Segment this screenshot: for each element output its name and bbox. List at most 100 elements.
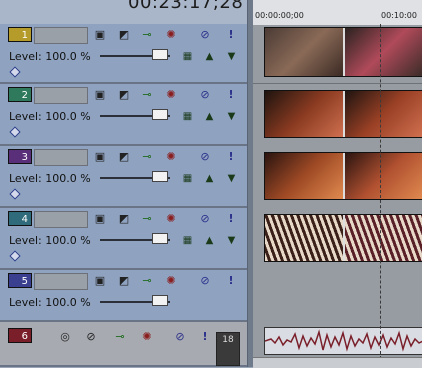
- track-motion-icon[interactable]: ✺: [164, 212, 178, 225]
- compositing-icon[interactable]: ▣: [93, 88, 107, 101]
- video-track-1-header[interactable]: 1 ▣ ◩ ⊸ ✺ ⊘ ! Level: 100.0 % ▦ ▲ ▼: [0, 24, 247, 84]
- level-slider-thumb[interactable]: [152, 49, 168, 60]
- fx-chain-icon[interactable]: ▦: [181, 111, 194, 122]
- track-number[interactable]: 5: [8, 273, 32, 288]
- arrow-up-icon[interactable]: ▲: [203, 235, 216, 246]
- solo-icon[interactable]: !: [198, 330, 212, 343]
- track-number[interactable]: 1: [8, 27, 32, 42]
- solo-icon[interactable]: !: [224, 88, 238, 101]
- arrow-up-icon[interactable]: ▲: [203, 51, 216, 62]
- video-track-3-header[interactable]: 3 ▣ ◩ ⊸ ✺ ⊘ ! Level: 100.0 % ▦ ▲ ▼: [0, 146, 247, 208]
- mute-icon[interactable]: ⊘: [198, 274, 212, 287]
- solo-icon[interactable]: !: [224, 274, 238, 287]
- clip-thumbnail: [265, 91, 345, 137]
- track-motion-icon[interactable]: ✺: [164, 88, 178, 101]
- clip-thumbnail: [345, 91, 422, 137]
- track-motion-icon[interactable]: ✺: [164, 150, 178, 163]
- track-6-lane: [253, 322, 422, 358]
- video-track-4-header[interactable]: 4 ▣ ◩ ⊸ ✺ ⊘ ! Level: 100.0 % ▦ ▲ ▼: [0, 208, 247, 270]
- mask-icon[interactable]: ◩: [117, 212, 131, 225]
- record-arm-icon[interactable]: ◎: [58, 330, 72, 343]
- track-5-lane: [253, 270, 422, 323]
- video-clip[interactable]: [264, 214, 422, 262]
- track-fx-icon[interactable]: ⊸: [113, 330, 127, 343]
- track-motion-icon[interactable]: ✺: [164, 274, 178, 287]
- track-name-field[interactable]: [34, 149, 88, 166]
- timecode-display: 00:23:17;28: [128, 0, 244, 13]
- track-fx-icon[interactable]: ⊸: [140, 274, 154, 287]
- video-clip[interactable]: [264, 27, 422, 77]
- video-clip[interactable]: [264, 90, 422, 138]
- audio-clip[interactable]: [264, 327, 422, 355]
- audio-waveform: [264, 329, 422, 352]
- track-number[interactable]: 2: [8, 87, 32, 102]
- level-slider-thumb[interactable]: [152, 233, 168, 244]
- arrow-down-icon[interactable]: ▼: [225, 235, 238, 246]
- fx-chain-icon[interactable]: ▦: [181, 173, 194, 184]
- audio-meter: 18: [216, 332, 240, 366]
- arrow-down-icon[interactable]: ▼: [225, 111, 238, 122]
- compositing-icon[interactable]: ▣: [93, 212, 107, 225]
- mute-icon[interactable]: ⊘: [173, 330, 187, 343]
- expand-diamond-icon[interactable]: [9, 66, 21, 78]
- mask-icon[interactable]: ◩: [117, 274, 131, 287]
- expand-diamond-icon[interactable]: [9, 188, 21, 200]
- track-fx-icon[interactable]: ⊸: [140, 212, 154, 225]
- track-fx-icon[interactable]: ⊸: [140, 150, 154, 163]
- track-motion-icon[interactable]: ✺: [140, 330, 154, 343]
- arrow-down-icon[interactable]: ▼: [225, 51, 238, 62]
- ruler-mark-label: 00:10:00: [381, 11, 417, 20]
- level-slider-thumb[interactable]: [152, 109, 168, 120]
- compositing-icon[interactable]: ▣: [93, 274, 107, 287]
- arrow-up-icon[interactable]: ▲: [203, 173, 216, 184]
- track-name-field[interactable]: [34, 87, 88, 104]
- track-name-field[interactable]: [34, 27, 88, 44]
- playhead-cursor[interactable]: [380, 24, 382, 364]
- mute-icon[interactable]: ⊘: [198, 212, 212, 225]
- track-2-lane: [253, 84, 422, 147]
- expand-diamond-icon[interactable]: [9, 250, 21, 262]
- level-label: Level: 100.0 %: [9, 110, 91, 123]
- track-number[interactable]: 6: [8, 328, 32, 343]
- level-slider-thumb[interactable]: [152, 171, 168, 182]
- clip-thumbnail: [265, 153, 345, 199]
- video-clip[interactable]: [264, 152, 422, 200]
- track-motion-icon[interactable]: ✺: [164, 28, 178, 41]
- arrow-down-icon[interactable]: ▼: [225, 173, 238, 184]
- expand-diamond-icon[interactable]: [9, 126, 21, 138]
- arrow-up-icon[interactable]: ▲: [203, 111, 216, 122]
- mask-icon[interactable]: ◩: [117, 28, 131, 41]
- level-label: Level: 100.0 %: [9, 234, 91, 247]
- phase-invert-icon[interactable]: ⊘: [84, 330, 98, 343]
- track-fx-icon[interactable]: ⊸: [140, 28, 154, 41]
- fx-chain-icon[interactable]: ▦: [181, 235, 194, 246]
- compositing-icon[interactable]: ▣: [93, 150, 107, 163]
- level-label: Level: 100.0 %: [9, 172, 91, 185]
- timeline-ruler[interactable]: 00:00:00;00 00:10:00: [253, 0, 422, 26]
- mask-icon[interactable]: ◩: [117, 88, 131, 101]
- track-fx-icon[interactable]: ⊸: [140, 88, 154, 101]
- track-name-field[interactable]: [34, 211, 88, 228]
- mask-icon[interactable]: ◩: [117, 150, 131, 163]
- track-number[interactable]: 3: [8, 149, 32, 164]
- ruler-start-label: 00:00:00;00: [255, 11, 304, 20]
- clip-thumbnail: [345, 153, 422, 199]
- track-name-field[interactable]: [34, 273, 88, 290]
- horizontal-scrollbar[interactable]: [253, 357, 422, 368]
- solo-icon[interactable]: !: [224, 28, 238, 41]
- mute-icon[interactable]: ⊘: [198, 28, 212, 41]
- track-number[interactable]: 4: [8, 211, 32, 226]
- level-slider-thumb[interactable]: [152, 295, 168, 306]
- track-header-panel: 00:23:17;28 1 ▣ ◩ ⊸ ✺ ⊘ ! Level: 100.0 %…: [0, 0, 249, 367]
- track-4-lane: [253, 208, 422, 271]
- solo-icon[interactable]: !: [224, 150, 238, 163]
- audio-track-6-header[interactable]: 6 ◎ ⊘ ⊸ ✺ ⊘ ! 18: [0, 322, 247, 367]
- level-label: Level: 100.0 %: [9, 50, 91, 63]
- solo-icon[interactable]: !: [224, 212, 238, 225]
- mute-icon[interactable]: ⊘: [198, 88, 212, 101]
- mute-icon[interactable]: ⊘: [198, 150, 212, 163]
- video-track-2-header[interactable]: 2 ▣ ◩ ⊸ ✺ ⊘ ! Level: 100.0 % ▦ ▲ ▼: [0, 84, 247, 146]
- video-track-5-header[interactable]: 5 ▣ ◩ ⊸ ✺ ⊘ ! Level: 100.0 %: [0, 270, 247, 322]
- compositing-icon[interactable]: ▣: [93, 28, 107, 41]
- fx-chain-icon[interactable]: ▦: [181, 51, 194, 62]
